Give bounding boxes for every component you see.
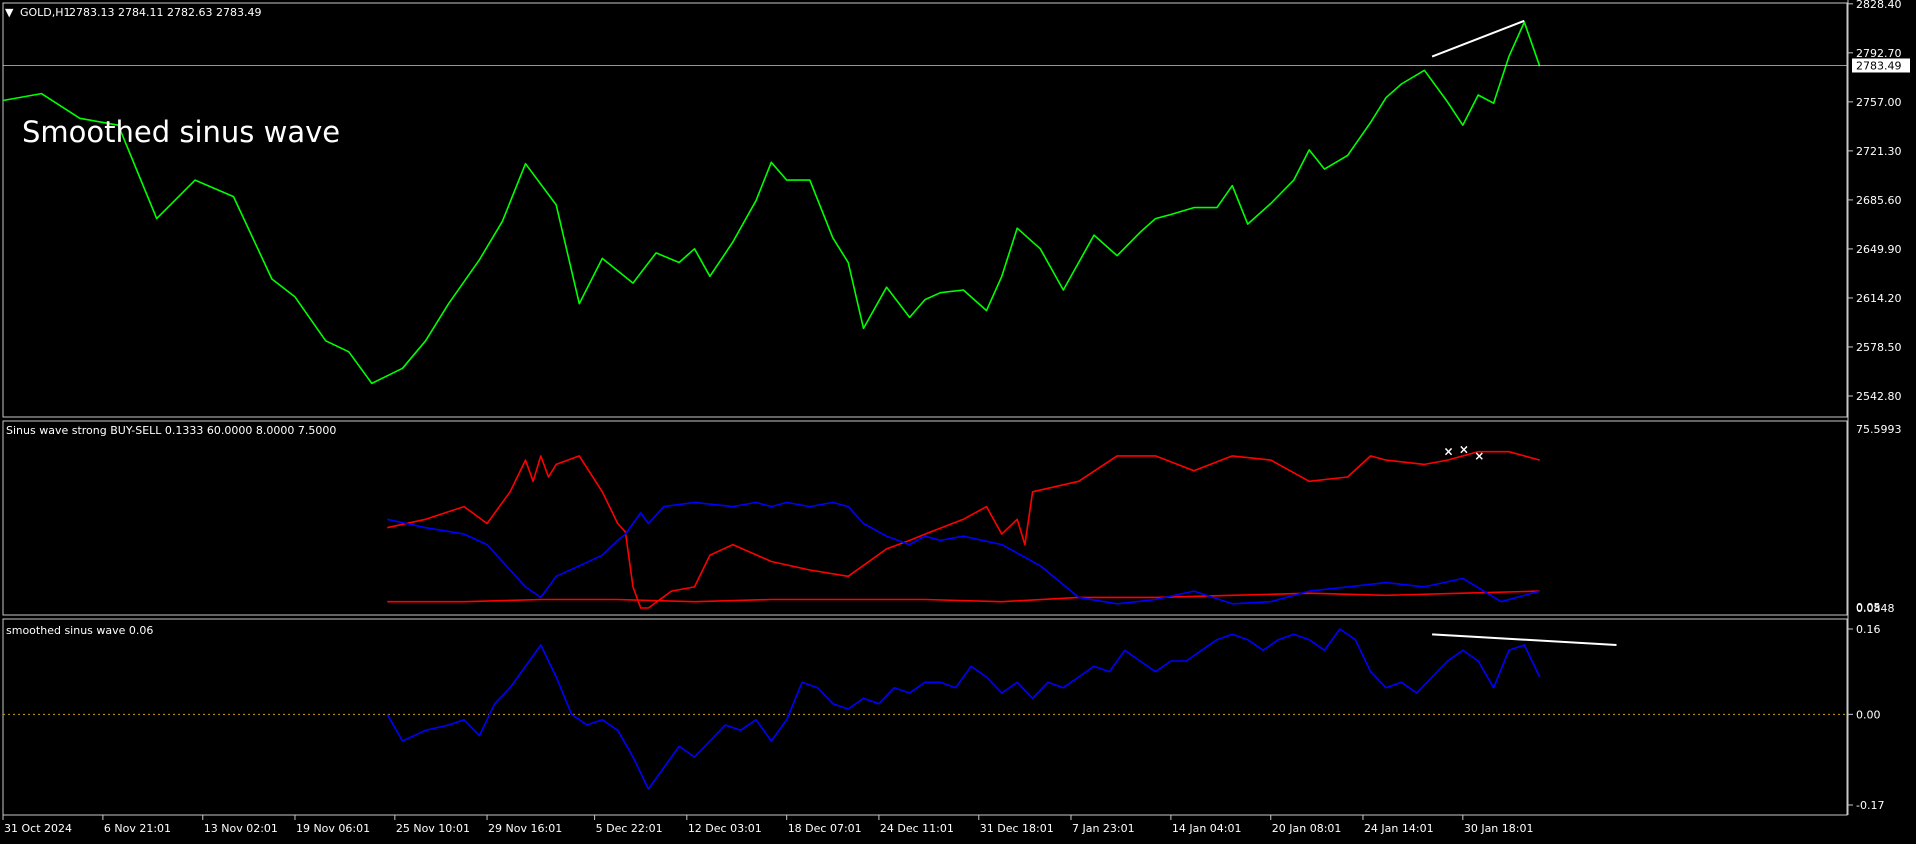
sinus-wave-panel[interactable]: × × ×	[387, 443, 1540, 609]
sinus-line-buy	[387, 501, 1540, 605]
current-price-group: 2783.49	[3, 58, 1910, 73]
sinus-bottom-label-overlap: 0.05	[1856, 601, 1881, 614]
time-tick-label-4: 25 Nov 10:01	[396, 822, 470, 835]
price-tick-label-3: 2721.30	[1856, 145, 1902, 158]
panel-frame-2	[2, 420, 1848, 616]
sell-signal-mark-2: ×	[1474, 449, 1484, 463]
sinus-top-label: 75.5993	[1856, 423, 1902, 436]
time-tick-label-2: 13 Nov 02:01	[204, 822, 278, 835]
price-tick-label-5: 2649.90	[1856, 243, 1902, 256]
sell-signal-mark-0: ×	[1443, 445, 1453, 459]
smoothed-panel[interactable]: 0.16 0.00 -0.17	[3, 623, 1884, 812]
sinus-wave-series	[387, 450, 1540, 609]
smoothed-axis-ticks: 0.16 0.00 -0.17	[1848, 623, 1884, 812]
time-tick-label-6: 5 Dec 22:01	[596, 822, 663, 835]
smoothed-line	[386, 628, 1541, 790]
smoothed-tick-label-1: 0.00	[1856, 708, 1881, 721]
time-tick-label-15: 30 Jan 18:01	[1464, 822, 1534, 835]
smoothed-series	[386, 628, 1541, 790]
time-tick-label-10: 31 Dec 18:01	[980, 822, 1054, 835]
price-tick-label-2: 2757.00	[1856, 96, 1902, 109]
sinus-line-sell-low	[387, 590, 1540, 603]
price-tick-label-4: 2685.60	[1856, 194, 1902, 207]
ohlc-values: 2783.13 2784.11 2782.63 2783.49	[69, 6, 261, 19]
price-tick-label-6: 2614.20	[1856, 292, 1902, 305]
price-tick-label-7: 2578.50	[1856, 341, 1902, 354]
panel-frame-3	[2, 618, 1848, 816]
time-tick-label-13: 20 Jan 08:01	[1272, 822, 1342, 835]
time-tick-label-1: 6 Nov 21:01	[104, 822, 171, 835]
time-tick-label-11: 7 Jan 23:01	[1072, 822, 1135, 835]
symbol-label: GOLD,H1	[20, 6, 71, 19]
time-tick-label-7: 12 Dec 03:01	[688, 822, 762, 835]
smoothed-trendline-segment	[1432, 633, 1617, 646]
time-tick-label-12: 14 Jan 04:01	[1172, 822, 1242, 835]
current-price-label: 2783.49	[1856, 59, 1902, 72]
time-axis: 31 Oct 2024 6 Nov 21:01 13 Nov 02:01 19 Nov…	[2, 814, 1847, 835]
sinus-panel-title: Sinus wave strong BUY-SELL 0.1333 60.000…	[6, 424, 336, 437]
main-svg[interactable]: 2828.40 2792.70 2757.00 2721.30 2685.60 2649.…	[0, 0, 1916, 840]
price-panel[interactable]: 2828.40 2792.70 2757.00 2721.30 2685.60 2649.…	[2, 0, 1910, 403]
time-tick-label-0: 31 Oct 2024	[4, 822, 72, 835]
smoothed-trendline[interactable]	[1432, 633, 1617, 646]
smoothed-tick-label-2: -0.17	[1856, 799, 1884, 812]
smoothed-panel-title: smoothed sinus wave 0.06	[6, 624, 153, 637]
chart-root[interactable]: 2828.40 2792.70 2757.00 2721.30 2685.60 2649.…	[0, 0, 1916, 840]
price-tick-label-1: 2792.70	[1856, 47, 1902, 60]
price-series	[2, 21, 1541, 385]
price-line	[2, 21, 1541, 385]
sell-signal-mark-1: ×	[1459, 443, 1469, 457]
time-tick-label-9: 24 Dec 11:01	[880, 822, 954, 835]
time-tick-label-3: 19 Nov 06:01	[296, 822, 370, 835]
menu-triangle-icon[interactable]: ▼	[5, 6, 14, 19]
time-tick-label-8: 18 Dec 07:01	[788, 822, 862, 835]
smoothed-tick-label-0: 0.16	[1856, 623, 1881, 636]
time-tick-label-14: 24 Jan 14:01	[1364, 822, 1434, 835]
time-tick-label-5: 29 Nov 16:01	[488, 822, 562, 835]
price-tick-label-0: 2828.40	[1856, 0, 1902, 11]
price-tick-label-8: 2542.80	[1856, 390, 1902, 403]
overlay-title: Smoothed sinus wave	[22, 115, 340, 149]
